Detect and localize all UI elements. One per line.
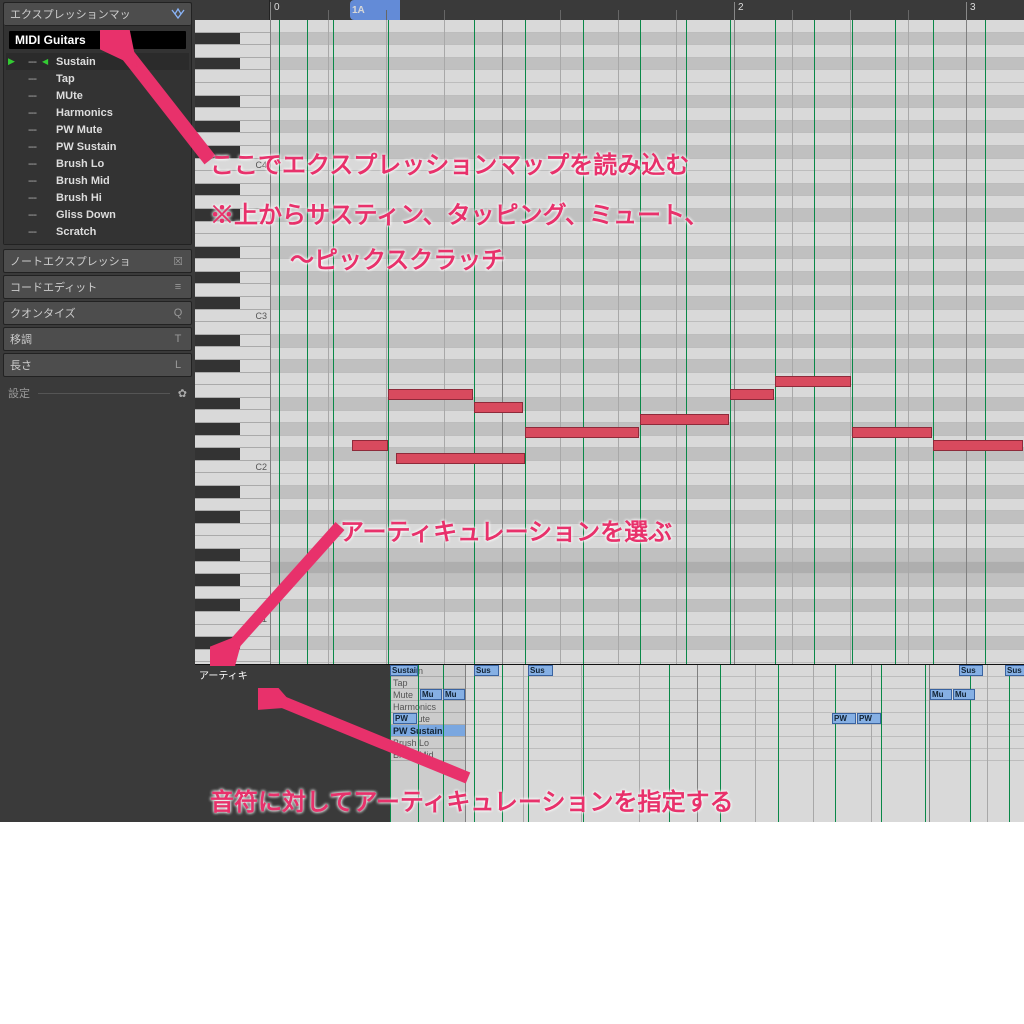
midi-note[interactable]: [396, 453, 525, 464]
expression-map-icon: [171, 7, 185, 21]
locator[interactable]: 1A: [350, 0, 400, 20]
articulation-chip[interactable]: Mu: [953, 689, 975, 700]
articulation-lane[interactable]: アーティキ SustainTapMuteHarmonicsPW MutePW S…: [195, 664, 1024, 822]
artic-row-label-harmonics[interactable]: Harmonics: [390, 701, 465, 713]
articulation-chip[interactable]: Mu: [930, 689, 952, 700]
articulation-chip[interactable]: Sus: [528, 665, 553, 676]
piano-roll[interactable]: C4C3C2C1: [195, 20, 1024, 664]
articulation-gliss-down[interactable]: ---Gliss Down: [6, 206, 189, 223]
articulation-scratch[interactable]: ---Scratch: [6, 223, 189, 240]
inspector-移調[interactable]: 移調T: [3, 327, 192, 351]
midi-note[interactable]: [474, 402, 523, 413]
articulation-chip[interactable]: Sus: [959, 665, 983, 676]
articulation-chip[interactable]: Sustain: [390, 665, 418, 676]
midi-note[interactable]: [852, 427, 932, 438]
articulation-chip[interactable]: PW: [857, 713, 881, 724]
settings-label: 設定: [8, 385, 30, 401]
articulation-chip[interactable]: PW: [832, 713, 856, 724]
articulation-chip[interactable]: PW: [393, 713, 417, 724]
ruler-bar-3: 3: [966, 2, 976, 20]
inspector-クオンタイズ[interactable]: クオンタイズQ: [3, 301, 192, 325]
articulation-pw-sustain[interactable]: ---PW Sustain: [6, 138, 189, 155]
midi-note[interactable]: [640, 414, 729, 425]
midi-note[interactable]: [352, 440, 388, 451]
midi-note[interactable]: [388, 389, 473, 400]
app-root: エクスプレッションマッ MIDI Guitars ▶---◀Sustain---…: [0, 0, 1024, 822]
articulation-brush-mid[interactable]: ---Brush Mid: [6, 172, 189, 189]
gear-icon[interactable]: ✿: [178, 387, 187, 400]
sidebar: エクスプレッションマッ MIDI Guitars ▶---◀Sustain---…: [0, 0, 195, 822]
articulation-brush-hi[interactable]: ---Brush Hi: [6, 189, 189, 206]
content: 1A02345 C4C3C2C1 アーティキ SustainTapMuteHar…: [195, 0, 1024, 822]
articulation-tap[interactable]: ---Tap: [6, 70, 189, 87]
articulation-mute[interactable]: ---MUte: [6, 87, 189, 104]
midi-note[interactable]: [933, 440, 1023, 451]
artic-row-label-brush mid[interactable]: Brush Mid: [390, 749, 465, 761]
articulation-pw-mute[interactable]: ---PW Mute: [6, 121, 189, 138]
ruler-bar-0: 0: [270, 2, 280, 20]
expression-map-title: エクスプレッションマッ: [10, 6, 131, 22]
artic-row-label-brush lo[interactable]: Brush Lo: [390, 737, 465, 749]
divider: [38, 393, 170, 394]
inspector-ノートエクスプレッショ[interactable]: ノートエクスプレッショ☒: [3, 249, 192, 273]
articulation-lane-header[interactable]: アーティキ: [195, 665, 390, 822]
articulation-harmonics[interactable]: ---Harmonics: [6, 104, 189, 121]
note-grid[interactable]: [270, 20, 1024, 664]
articulation-sustain[interactable]: ▶---◀Sustain: [6, 53, 189, 70]
expression-map-body: MIDI Guitars ▶---◀Sustain---Tap---MUte--…: [4, 26, 191, 244]
inspector-長さ[interactable]: 長さL: [3, 353, 192, 377]
articulation-chip[interactable]: Sus: [474, 665, 499, 676]
artic-row-label-pw sustain[interactable]: PW Sustain: [390, 725, 465, 737]
articulation-chip[interactable]: Mu: [420, 689, 442, 700]
articulation-brush-lo[interactable]: ---Brush Lo: [6, 155, 189, 172]
expression-map-panel: エクスプレッションマッ MIDI Guitars ▶---◀Sustain---…: [3, 2, 192, 245]
articulation-chip[interactable]: Sus: [1005, 665, 1024, 676]
map-name-dropdown[interactable]: MIDI Guitars: [9, 31, 186, 49]
expression-map-header[interactable]: エクスプレッションマッ: [4, 3, 191, 26]
ruler-bar-2: 2: [734, 2, 744, 20]
midi-note[interactable]: [730, 389, 774, 400]
ruler[interactable]: 1A02345: [195, 0, 1024, 20]
articulation-chip[interactable]: Mu: [443, 689, 465, 700]
artic-row-label-tap[interactable]: Tap: [390, 677, 465, 689]
articulation-grid[interactable]: SustainSusSusMuMuPWPWSusSusMuMuPWPWPW: [465, 665, 1024, 822]
midi-note[interactable]: [775, 376, 851, 387]
midi-note[interactable]: [525, 427, 639, 438]
settings-row[interactable]: 設定 ✿: [0, 379, 195, 407]
piano-keyboard[interactable]: C4C3C2C1: [195, 20, 270, 664]
inspector-コードエディット[interactable]: コードエディット≡: [3, 275, 192, 299]
